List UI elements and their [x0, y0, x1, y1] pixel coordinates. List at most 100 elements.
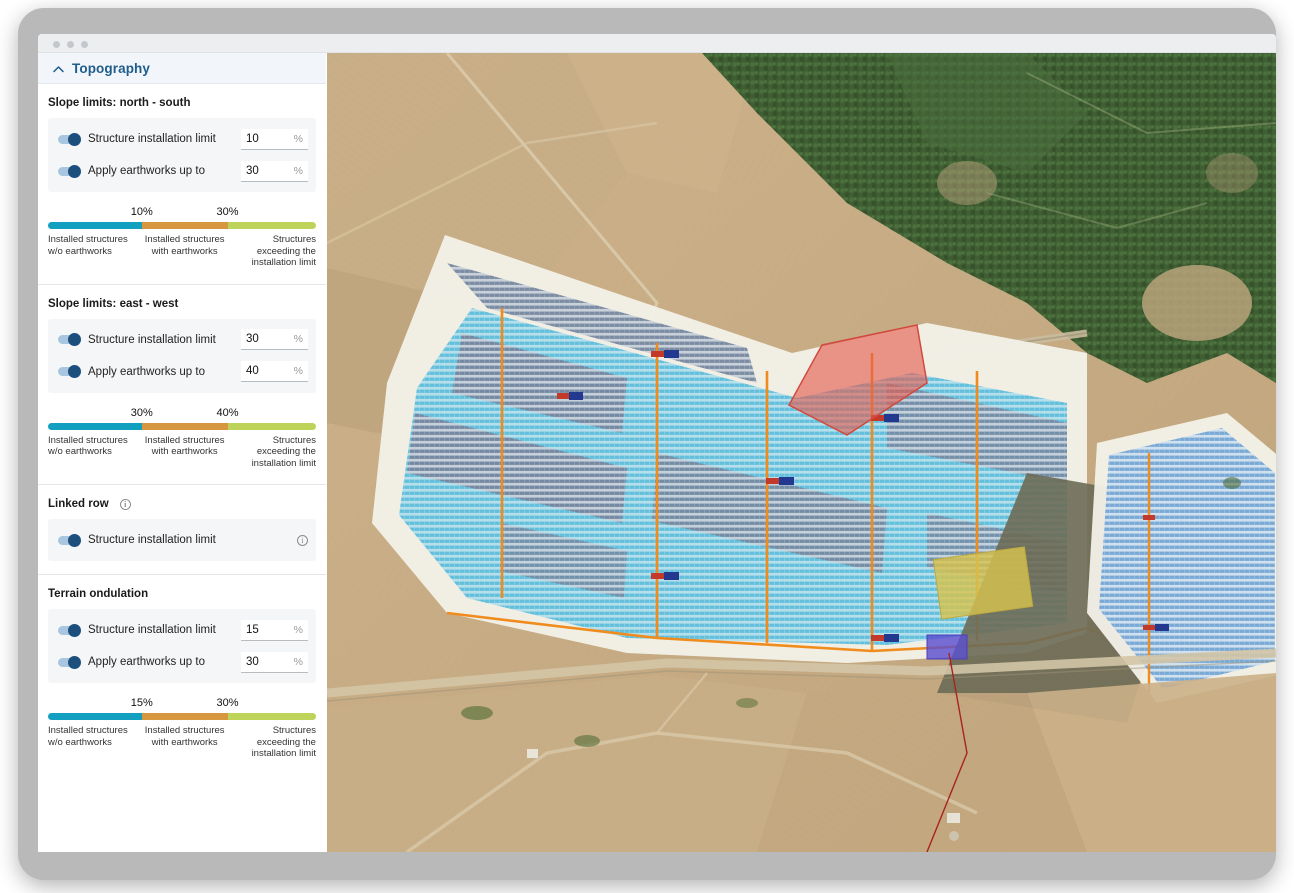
toggle-switch[interactable] — [58, 164, 81, 178]
setting-row: Apply earthworks up to 30% — [48, 155, 316, 187]
legend-segment-3 — [227, 422, 316, 430]
legend-mark-high: 40% — [216, 406, 239, 419]
legend-bar — [48, 713, 316, 720]
toggle-switch[interactable] — [58, 365, 81, 378]
section-title: Linked row i — [48, 485, 316, 519]
percent-input[interactable]: 10% — [241, 128, 308, 150]
window-close-dot[interactable] — [53, 41, 60, 48]
legend-bar — [48, 422, 316, 430]
percent-input-value: 10 — [246, 132, 259, 145]
app-window: Topography Slope limits: north - south St… — [38, 34, 1276, 852]
legend-segment-2 — [141, 713, 228, 720]
section-title-text: Linked row — [48, 498, 109, 510]
legend-label-1: Installed structures w/o earthworks — [48, 434, 128, 458]
setting-row: Apply earthworks up to 40% — [48, 356, 316, 388]
percent-input[interactable]: 15% — [241, 619, 308, 641]
legend-mark-low: 10% — [130, 206, 153, 218]
percent-input-value: 40 — [246, 365, 259, 377]
section-title: Slope limits: north - south — [48, 84, 316, 118]
toggle-knob — [68, 365, 81, 378]
settings-group: Structure installation limit i — [48, 519, 316, 561]
window-minimize-dot[interactable] — [67, 41, 74, 48]
info-icon[interactable]: i — [297, 534, 308, 546]
legend-segment-2 — [141, 422, 228, 430]
legend-marks: 30% 40% — [48, 407, 316, 422]
map-canvas[interactable] — [327, 53, 1276, 852]
section-title-text: Terrain ondulation — [48, 588, 149, 600]
legend-bar — [48, 222, 316, 229]
legend-segment-3 — [227, 713, 316, 720]
legend-segment-3 — [227, 222, 316, 229]
settings-group: Structure installation limit 10% Apply ear… — [48, 118, 316, 192]
percent-input[interactable]: 30% — [241, 651, 308, 673]
setting-label: Apply earthworks up to — [88, 165, 205, 177]
legend-mark-low: 15% — [130, 697, 153, 709]
legend-marks: 10% 30% — [48, 206, 316, 221]
legend-mark-high: 30% — [216, 697, 239, 709]
slope-legend: 30% 40% Installed structures w/o earthwork… — [48, 393, 316, 472]
toggle-switch[interactable] — [58, 132, 81, 146]
percent-input[interactable]: 40% — [241, 361, 308, 382]
setting-row: Structure installation limit 30% — [48, 324, 316, 356]
percent-input-value: 30 — [246, 655, 259, 668]
legend-label-3: Structures exceeding the installation li… — [251, 725, 316, 759]
setting-row: Structure installation limit 15% — [48, 614, 316, 646]
app-body: Topography Slope limits: north - south St… — [38, 53, 1276, 852]
inverter-block — [926, 634, 968, 660]
percent-input[interactable]: 30% — [241, 160, 308, 182]
setting-label: Structure installation limit — [88, 624, 216, 636]
toggle-knob — [68, 333, 81, 346]
legend-mark-low: 30% — [130, 406, 153, 419]
percent-input-value: 30 — [246, 164, 259, 177]
percent-unit: % — [293, 164, 303, 177]
legend-segment-1 — [48, 222, 142, 229]
legend-label-1: Installed structures w/o earthworks — [48, 234, 128, 257]
sections-host: Slope limits: north - south Structure ins… — [38, 84, 326, 762]
legend-segment-1 — [48, 713, 142, 720]
percent-unit: % — [293, 623, 303, 636]
percent-input-value: 15 — [246, 623, 259, 636]
percent-unit: % — [293, 655, 303, 668]
legend-label-2: Installed structures with earthworks — [144, 434, 225, 458]
window-maximize-dot[interactable] — [81, 41, 88, 48]
legend-segment-1 — [48, 422, 142, 430]
legend-labels: Installed structures w/o earthworks Insta… — [48, 725, 316, 760]
legend-labels: Installed structures w/o earthworks Insta… — [48, 435, 316, 470]
toggle-switch[interactable] — [58, 655, 81, 669]
section-title: Slope limits: east - west — [48, 285, 316, 319]
toggle-knob — [68, 623, 81, 637]
legend-label-2: Installed structures with earthworks — [144, 725, 225, 748]
device-frame: Topography Slope limits: north - south St… — [18, 8, 1276, 880]
toggle-switch[interactable] — [58, 533, 81, 547]
toggle-knob — [68, 533, 81, 547]
slope-legend: 10% 30% Installed structures w/o earthwork… — [48, 192, 316, 271]
setting-row: Structure installation limit 10% — [48, 123, 316, 155]
satellite-map[interactable] — [327, 53, 1276, 852]
section-title: Terrain ondulation — [48, 575, 316, 609]
legend-label-3: Structures exceeding the installation li… — [251, 434, 316, 469]
legend-labels: Installed structures w/o earthworks Insta… — [48, 234, 316, 269]
setting-label: Structure installation limit — [88, 534, 216, 546]
legend-mark-high: 30% — [216, 206, 239, 218]
setting-label: Apply earthworks up to — [88, 656, 205, 668]
setting-label: Structure installation limit — [88, 133, 216, 145]
toggle-switch[interactable] — [58, 333, 81, 346]
section-linked-row: Linked row i Structure installation limit i — [38, 485, 326, 561]
panel-header[interactable]: Topography — [38, 53, 326, 84]
toggle-switch[interactable] — [58, 623, 81, 637]
topography-sidebar: Topography Slope limits: north - south St… — [38, 53, 327, 852]
info-icon[interactable]: i — [119, 498, 131, 510]
percent-unit: % — [293, 333, 303, 345]
percent-input[interactable]: 30% — [241, 329, 308, 350]
setting-row: Structure installation limit i — [48, 524, 316, 556]
chevron-up-icon[interactable] — [51, 62, 66, 77]
toggle-knob — [68, 164, 81, 178]
settings-group: Structure installation limit 15% Apply ear… — [48, 609, 316, 683]
section-title-text: Slope limits: east - west — [48, 297, 179, 310]
setting-label: Structure installation limit — [88, 333, 216, 346]
legend-segment-2 — [141, 222, 228, 229]
slope-legend: 15% 30% Installed structures w/o earthwork… — [48, 683, 316, 762]
section-terrain-ondulation: Terrain ondulation Structure installation… — [38, 575, 326, 762]
section-slope-north-south: Slope limits: north - south Structure ins… — [38, 84, 326, 271]
percent-unit: % — [293, 132, 303, 145]
